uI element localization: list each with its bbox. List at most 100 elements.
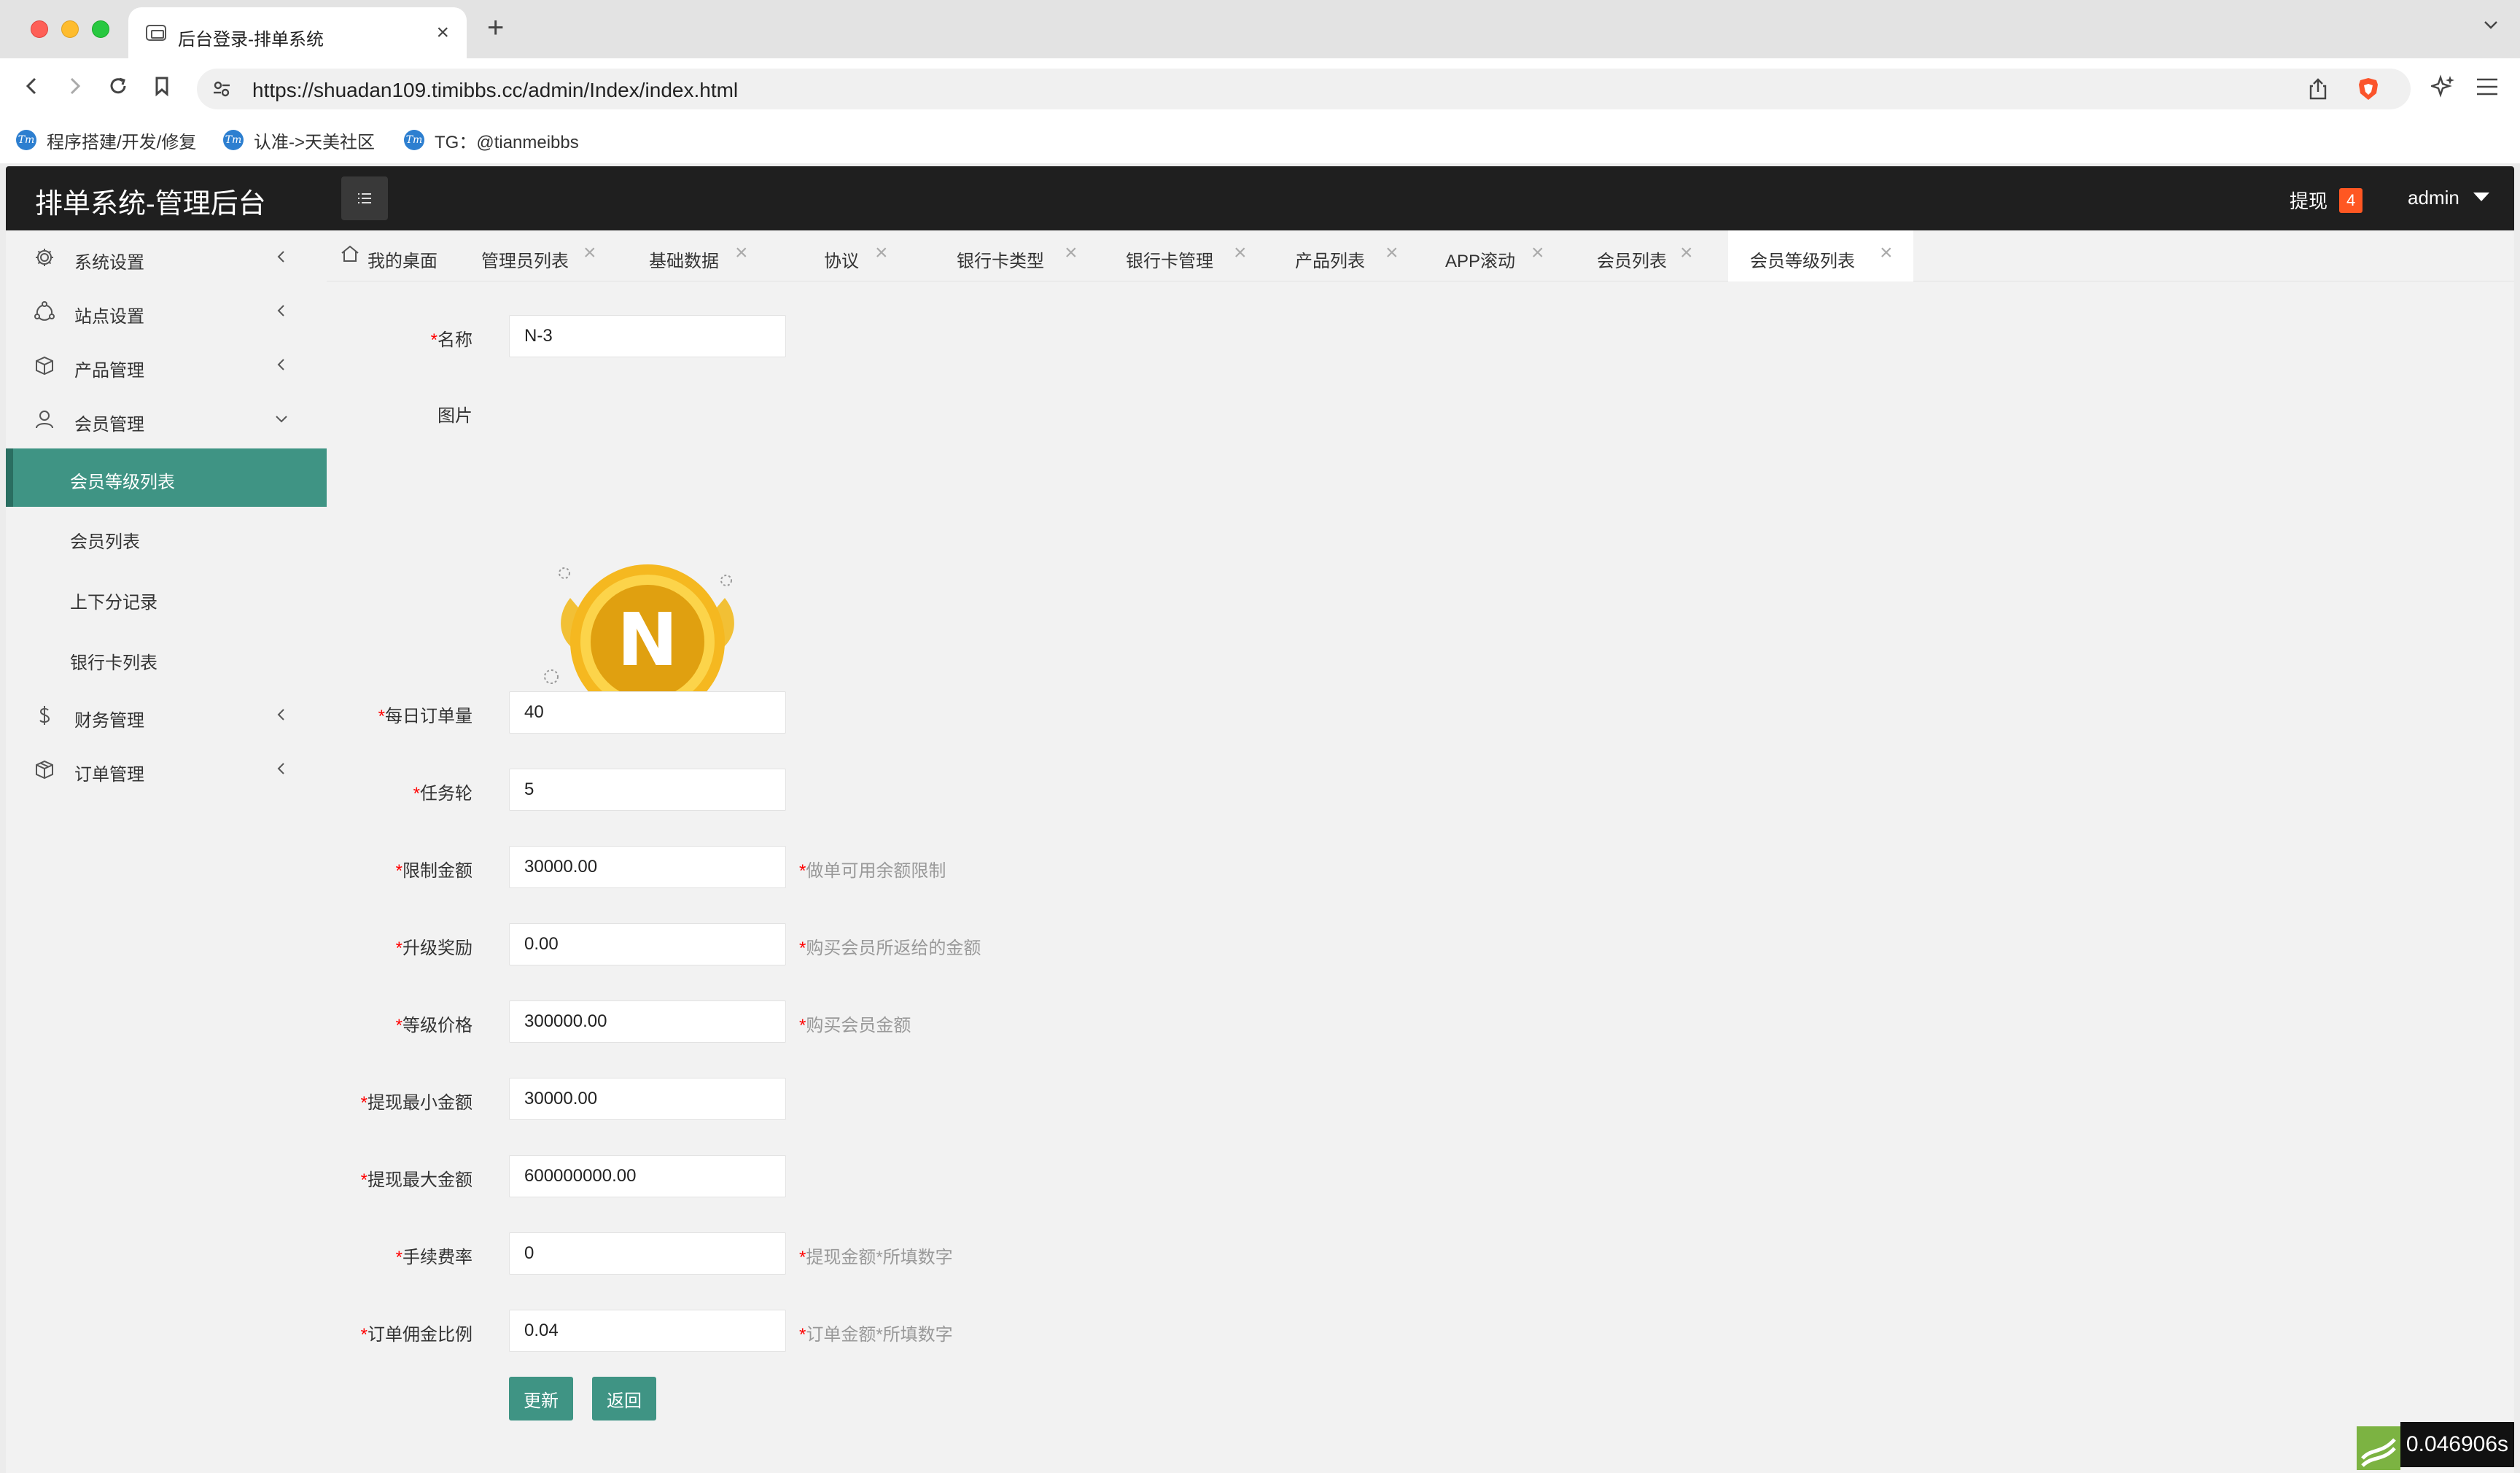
badge-letter: N (617, 597, 678, 683)
tab-member-list[interactable]: 会员列表 × (1578, 230, 1728, 281)
forward-icon[interactable] (61, 73, 88, 99)
limit-amount-input[interactable] (509, 846, 786, 888)
sidebar-item-product-management[interactable]: 产品管理 (6, 338, 327, 392)
bookmark-item[interactable]: Tm 程序搭建/开发/修复 (16, 125, 196, 155)
min-withdraw-label: *提现最小金额 (360, 1093, 472, 1113)
tab-bank-card-management[interactable]: 银行卡管理 × (1105, 230, 1275, 281)
tab-label: 银行卡类型 (957, 252, 1044, 271)
tab-label: 管理员列表 (481, 252, 569, 271)
task-rounds-label: *任务轮 (413, 784, 472, 804)
tab-admin-list[interactable]: 管理员列表 × (465, 230, 633, 281)
commission-ratio-input[interactable] (509, 1310, 786, 1352)
browser-tab-strip: 后台登录-排单系统 × + (0, 0, 2520, 58)
tab-member-level-list[interactable]: 会员等级列表 × (1728, 230, 1913, 281)
ai-assistant-icon[interactable] (2429, 74, 2456, 99)
chevron-left-icon (277, 305, 284, 316)
sidebar-item-balance-records[interactable]: 上下分记录 (6, 569, 327, 627)
bookmark-label: TG：@tianmeibbs (435, 132, 579, 152)
brave-shields-icon[interactable] (2355, 76, 2381, 102)
close-tab-icon[interactable]: × (1680, 242, 1693, 264)
close-window-button[interactable] (31, 20, 48, 38)
back-button[interactable]: 返回 (592, 1377, 656, 1420)
chevron-left-icon (277, 359, 284, 370)
home-icon (341, 245, 359, 262)
bookmark-item[interactable]: Tm 认准->天美社区 (223, 125, 375, 155)
bookmarks-bar: Tm 程序搭建/开发/修复 Tm 认准->天美社区 Tm TG：@tianmei… (0, 117, 2520, 163)
fee-rate-label: *手续费率 (395, 1248, 472, 1267)
tab-label: 会员列表 (1597, 252, 1667, 271)
sidebar-item-member-level-list[interactable]: 会员等级列表 (6, 448, 327, 507)
close-tab-icon[interactable]: × (436, 22, 449, 44)
close-tab-icon[interactable]: × (875, 242, 888, 264)
sidebar-toggle-button[interactable] (341, 176, 388, 220)
sidebar-item-order-management[interactable]: 订单管理 (6, 742, 327, 796)
close-tab-icon[interactable]: × (1234, 242, 1247, 264)
name-label: *名称 (430, 330, 472, 350)
close-tab-icon[interactable]: × (583, 242, 596, 264)
upgrade-reward-hint: *购买会员所返给的金额 (799, 938, 981, 958)
bookmark-label: 认准->天美社区 (254, 132, 376, 152)
back-icon[interactable] (19, 73, 45, 99)
page-load-time[interactable]: 0.046906s (2400, 1422, 2514, 1467)
tab-label: APP滚动 (1445, 252, 1516, 271)
close-tab-icon[interactable]: × (1880, 242, 1893, 264)
sidebar-item-label: 银行卡列表 (70, 653, 158, 673)
name-input[interactable] (509, 315, 786, 357)
sidebar-item-label: 订单管理 (74, 765, 144, 785)
withdraw-count-badge: 4 (2339, 187, 2363, 213)
task-rounds-input[interactable] (509, 769, 786, 811)
bookmark-item[interactable]: Tm TG：@tianmeibbs (404, 125, 579, 155)
daily-orders-input[interactable] (509, 691, 786, 734)
sidebar-item-system-settings[interactable]: 系统设置 (6, 230, 327, 284)
reload-icon[interactable] (105, 73, 131, 99)
tab-bank-card-type[interactable]: 银行卡类型 × (936, 230, 1105, 281)
close-tab-icon[interactable]: × (1065, 242, 1078, 264)
user-icon (36, 411, 53, 429)
max-withdraw-input[interactable] (509, 1155, 786, 1197)
chevron-left-icon (277, 709, 284, 720)
fee-rate-input[interactable] (509, 1232, 786, 1275)
debug-trace-logo-icon[interactable] (2357, 1426, 2400, 1470)
new-tab-button[interactable]: + (487, 12, 504, 44)
close-tab-icon[interactable]: × (735, 242, 748, 264)
app-logo[interactable]: 排单系统-管理后台 (35, 181, 266, 221)
level-price-label: *等级价格 (395, 1016, 472, 1035)
withdraw-link[interactable]: 提现 4 (2290, 187, 2363, 214)
tm-logo-icon: Tm (16, 130, 36, 150)
share-icon[interactable] (2307, 77, 2329, 101)
commission-ratio-label: *订单佣金比例 (360, 1325, 472, 1345)
sidebar-item-bank-card-list[interactable]: 银行卡列表 (6, 629, 327, 688)
tab-agreement[interactable]: 协议 × (790, 230, 936, 281)
minimize-window-button[interactable] (61, 20, 79, 38)
tab-label: 产品列表 (1295, 252, 1365, 271)
withdraw-label: 提现 (2290, 190, 2328, 212)
sidebar-item-member-list[interactable]: 会员列表 (6, 508, 327, 567)
chevron-down-icon[interactable] (2482, 16, 2500, 34)
caret-down-icon[interactable] (2473, 193, 2489, 201)
sidebar-item-site-settings[interactable]: 站点设置 (6, 284, 327, 338)
gear-icon (36, 249, 53, 266)
user-menu[interactable]: admin (2408, 187, 2459, 209)
sidebar-item-finance-management[interactable]: 财务管理 (6, 688, 327, 742)
bookmark-label: 程序搭建/开发/修复 (47, 132, 197, 152)
sidebar-item-member-management[interactable]: 会员管理 (6, 392, 327, 446)
tab-basic-data[interactable]: 基础数据 × (633, 230, 790, 281)
tab-app-scroll[interactable]: APP滚动 × (1426, 230, 1578, 281)
close-tab-icon[interactable]: × (1385, 242, 1399, 264)
tab-product-list[interactable]: 产品列表 × (1275, 230, 1426, 281)
tab-my-desktop[interactable]: 我的桌面 (327, 230, 465, 281)
site-settings-icon[interactable] (211, 79, 232, 99)
app-header: 排单系统-管理后台 提现 4 admin (6, 166, 2514, 230)
level-price-input[interactable] (509, 1000, 786, 1043)
bookmark-icon[interactable] (149, 73, 175, 99)
hamburger-menu-icon[interactable] (2475, 76, 2500, 98)
update-button[interactable]: 更新 (509, 1377, 573, 1420)
max-withdraw-label: *提现最大金额 (360, 1170, 472, 1190)
min-withdraw-input[interactable] (509, 1078, 786, 1120)
browser-tab[interactable]: 后台登录-排单系统 × (128, 7, 467, 58)
zoom-window-button[interactable] (92, 20, 109, 38)
browser-tab-title: 后台登录-排单系统 (178, 30, 324, 50)
close-tab-icon[interactable]: × (1531, 242, 1544, 264)
upgrade-reward-input[interactable] (509, 923, 786, 965)
address-bar[interactable]: https://shuadan109.timibbs.cc/admin/Inde… (197, 69, 2411, 109)
